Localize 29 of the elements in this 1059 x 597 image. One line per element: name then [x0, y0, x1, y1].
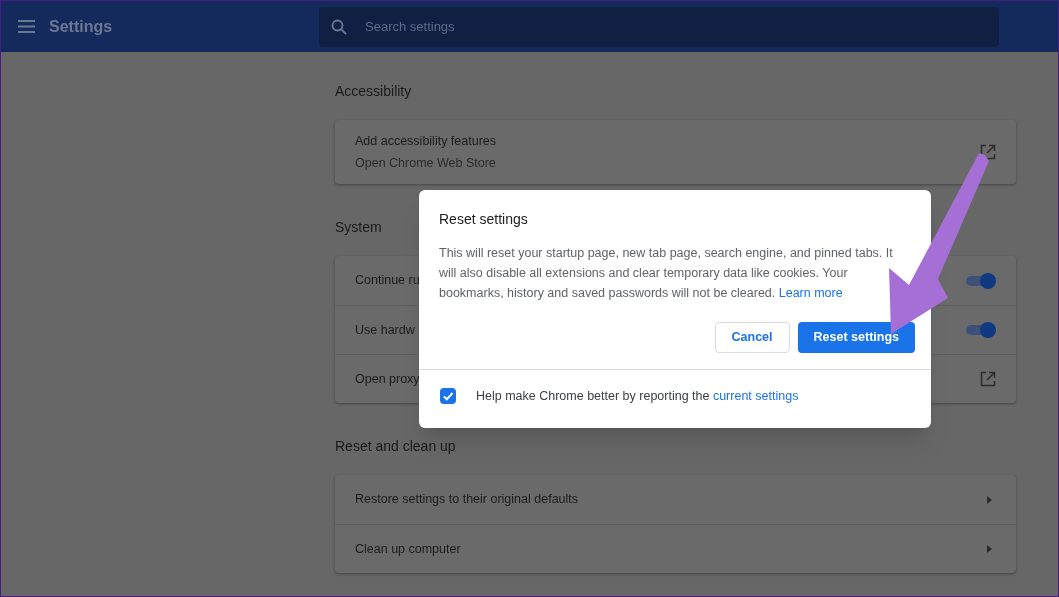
- search-icon: [331, 18, 347, 35]
- checkbox[interactable]: [440, 388, 456, 405]
- dialog-body: This will reset your startup page, new tab page, search engine, and pinned tabs. It will also disable all extensions and clear temporary data like cookies. Your bookmarks, history and saved passwords will not be cleared. Learn more: [439, 245, 894, 302]
- setting-label: Clean up computer: [355, 540, 461, 558]
- setting-label: Restore settings to their original defaults: [355, 491, 579, 509]
- setting-sublabel: Open Chrome Web Store: [355, 154, 496, 172]
- external-link-icon[interactable]: [980, 371, 996, 387]
- section-heading: Reset and clean up: [335, 437, 456, 456]
- setting-label: Continue ru: [355, 272, 420, 290]
- caret-right-icon[interactable]: [987, 545, 992, 553]
- external-link-icon[interactable]: [980, 144, 996, 160]
- setting-label: Add accessibility features: [355, 132, 497, 150]
- section-heading: System: [335, 218, 382, 237]
- search-input[interactable]: Search settings: [365, 16, 865, 37]
- setting-label: Open proxy: [355, 370, 420, 388]
- dialog-title: Reset settings: [439, 210, 529, 229]
- learn-more-link[interactable]: Learn more: [778, 286, 843, 300]
- menu-icon[interactable]: [18, 20, 35, 33]
- cancel-button[interactable]: Cancel: [714, 322, 790, 353]
- caret-right-icon[interactable]: [987, 495, 992, 504]
- toggle-switch[interactable]: [964, 322, 996, 338]
- checkbox-label: Help make Chrome better by reporting the current settings: [476, 388, 799, 405]
- toggle-switch[interactable]: [964, 272, 996, 289]
- reset-button[interactable]: Reset settings: [797, 322, 915, 353]
- current-settings-link[interactable]: current settings: [712, 389, 799, 403]
- page-title: Settings: [49, 16, 114, 37]
- search-field[interactable]: Search settings: [319, 6, 999, 47]
- setting-label: Use hardw: [355, 321, 415, 339]
- section-heading: Accessibility: [335, 82, 412, 101]
